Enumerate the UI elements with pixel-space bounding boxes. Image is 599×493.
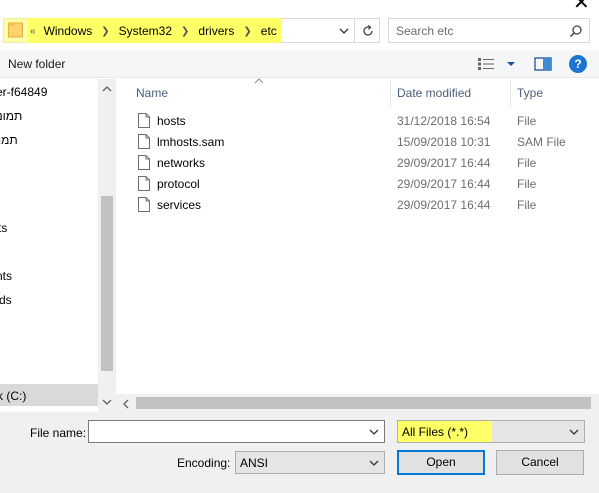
file-icon xyxy=(138,197,150,212)
file-type: File xyxy=(517,114,537,128)
column-divider[interactable] xyxy=(390,80,391,107)
file-row[interactable]: hosts 31/12/2018 16:54 File xyxy=(116,111,599,132)
file-icon xyxy=(138,155,150,170)
column-header-type[interactable]: Type xyxy=(517,86,543,102)
nav-item[interactable]: תמו xyxy=(0,130,18,150)
file-name: protocol xyxy=(157,177,200,191)
file-list: Name Date modified Type hosts 31/12/2018… xyxy=(116,78,599,412)
close-icon[interactable]: ✕ xyxy=(573,0,593,14)
file-type: SAM File xyxy=(517,135,566,149)
file-name-label: File name: xyxy=(30,426,87,440)
file-name: hosts xyxy=(157,114,186,128)
file-row[interactable]: networks 29/09/2017 16:44 File xyxy=(116,153,599,174)
navigation-pane: er-f64849 תמונ תמו ts nts ds k (C:) xyxy=(0,79,116,412)
scroll-up-icon[interactable] xyxy=(102,85,112,93)
search-input[interactable] xyxy=(396,23,566,39)
file-name: services xyxy=(157,198,202,212)
breadcrumb-etc[interactable]: etc xyxy=(261,24,277,38)
scroll-left-icon[interactable] xyxy=(122,399,130,409)
breadcrumb: « Windows ❯ System32 ❯ drivers ❯ etc xyxy=(30,23,277,39)
cancel-button[interactable]: Cancel xyxy=(496,450,584,475)
nav-item[interactable]: תמונ xyxy=(0,106,22,126)
nav-item-local-disk[interactable]: k (C:) xyxy=(0,386,26,406)
breadcrumb-system32[interactable]: System32 xyxy=(119,24,172,38)
open-button[interactable]: Open xyxy=(397,450,485,475)
view-options-icon xyxy=(478,58,494,70)
chevron-down-icon[interactable] xyxy=(368,457,380,469)
file-name: lmhosts.sam xyxy=(157,135,225,149)
sort-ascending-icon xyxy=(254,78,264,84)
file-type: File xyxy=(517,198,537,212)
help-icon[interactable]: ? xyxy=(569,55,587,73)
preview-pane-icon[interactable] xyxy=(534,56,552,72)
file-date: 29/09/2017 16:44 xyxy=(397,156,491,170)
chevron-right-icon[interactable]: ❯ xyxy=(101,26,109,37)
file-type-select[interactable]: All Files (*.*) xyxy=(397,420,585,443)
refresh-icon xyxy=(362,24,373,36)
chevron-right-icon[interactable]: ❯ xyxy=(243,26,251,37)
file-name-input[interactable] xyxy=(93,424,363,440)
refresh-button[interactable] xyxy=(356,18,380,43)
encoding-select[interactable]: ANSI xyxy=(235,451,385,474)
file-type-value: All Files (*.*) xyxy=(402,425,469,439)
scroll-down-icon[interactable] xyxy=(102,398,112,406)
nav-item[interactable]: er-f64849 xyxy=(0,82,47,102)
file-icon xyxy=(138,134,150,149)
file-row[interactable]: lmhosts.sam 15/09/2018 10:31 SAM File xyxy=(116,132,599,153)
search-icon[interactable] xyxy=(569,24,583,38)
address-history-dropdown-icon[interactable] xyxy=(337,24,351,38)
chevron-down-icon[interactable] xyxy=(368,426,380,438)
nav-item[interactable]: ts xyxy=(0,218,7,238)
view-options-button[interactable] xyxy=(478,56,516,72)
encoding-label: Encoding: xyxy=(177,456,231,470)
encoding-value: ANSI xyxy=(240,456,269,470)
overflow-chevron-icon[interactable]: « xyxy=(30,26,36,37)
file-date: 15/09/2018 10:31 xyxy=(397,135,491,149)
new-folder-button[interactable]: New folder xyxy=(8,57,65,71)
file-icon xyxy=(138,113,150,128)
file-name-combobox[interactable] xyxy=(88,420,385,443)
column-header-date-modified[interactable]: Date modified xyxy=(397,86,471,102)
file-icon xyxy=(138,176,150,191)
chevron-down-icon[interactable] xyxy=(568,426,580,438)
breadcrumb-windows[interactable]: Windows xyxy=(44,24,93,38)
file-date: 31/12/2018 16:54 xyxy=(397,114,491,128)
file-row[interactable]: protocol 29/09/2017 16:44 File xyxy=(116,174,599,195)
nav-scrollbar-thumb[interactable] xyxy=(101,196,113,371)
column-divider[interactable] xyxy=(510,80,511,107)
file-name: networks xyxy=(157,156,206,170)
file-date: 29/09/2017 16:44 xyxy=(397,177,491,191)
column-header-name[interactable]: Name xyxy=(136,86,168,102)
nav-item[interactable]: nts xyxy=(0,266,12,286)
toolbar: New folder ? xyxy=(0,50,599,78)
file-type: File xyxy=(517,156,537,170)
horizontal-scrollbar-thumb[interactable] xyxy=(136,397,591,409)
chevron-down-icon xyxy=(507,62,515,66)
file-date: 29/09/2017 16:44 xyxy=(397,198,491,212)
nav-item[interactable]: ds xyxy=(0,290,12,310)
folder-icon xyxy=(8,22,23,38)
chevron-right-icon[interactable]: ❯ xyxy=(181,26,189,37)
search-box[interactable] xyxy=(388,18,590,43)
file-type: File xyxy=(517,177,537,191)
breadcrumb-drivers[interactable]: drivers xyxy=(198,24,234,38)
file-row[interactable]: services 29/09/2017 16:44 File xyxy=(116,195,599,216)
